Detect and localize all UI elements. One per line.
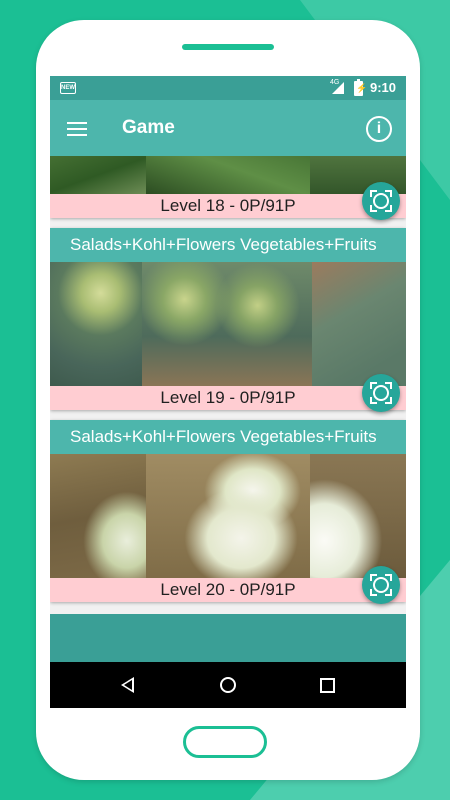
card-image-2 <box>142 262 312 386</box>
level-progress-label: Level 18 - 0P/91P <box>50 194 406 218</box>
card-image-3 <box>312 262 406 386</box>
hamburger-menu-icon[interactable] <box>67 122 87 136</box>
system-nav-bar <box>50 662 406 708</box>
card-title: Salads+Kohl+Flowers Vegetables+Fruits <box>50 228 406 262</box>
level-progress-label: Level 20 - 0P/91P <box>50 578 406 602</box>
level-card-19[interactable]: Salads+Kohl+Flowers Vegetables+Fruits Le… <box>50 228 406 412</box>
card-image-strip <box>50 454 406 578</box>
level-progress-label: Level 19 - 0P/91P <box>50 386 406 410</box>
card-image-2 <box>146 156 310 194</box>
focus-capture-button[interactable] <box>362 374 400 412</box>
card-image-strip <box>50 262 406 386</box>
status-bar: NEW 4G ⚡ 9:10 <box>50 76 406 100</box>
new-badge-icon: NEW <box>60 82 76 94</box>
phone-speaker <box>182 44 274 50</box>
card-title: Salads+Kohl+Flowers Vegetables+Fruits <box>50 420 406 454</box>
ad-banner[interactable] <box>50 614 406 662</box>
back-triangle-icon[interactable] <box>121 677 134 693</box>
card-image-strip <box>50 156 406 194</box>
card-image-3 <box>310 454 406 578</box>
focus-capture-button[interactable] <box>362 566 400 604</box>
focus-capture-icon <box>373 385 389 401</box>
focus-capture-icon <box>373 193 389 209</box>
level-card-18[interactable]: Level 18 - 0P/91P <box>50 156 406 220</box>
card-image-1 <box>50 262 142 386</box>
info-icon[interactable]: i <box>366 116 392 142</box>
phone-home-button <box>183 726 267 758</box>
cell-signal-icon <box>332 82 344 94</box>
card-image-1 <box>50 156 146 194</box>
focus-capture-button[interactable] <box>362 182 400 220</box>
level-list[interactable]: Level 18 - 0P/91P Salads+Kohl+Flowers Ve… <box>50 156 406 662</box>
page-title: Game <box>122 117 175 138</box>
focus-capture-icon <box>373 577 389 593</box>
battery-charging-icon: ⚡ <box>354 79 367 96</box>
card-image-2 <box>146 454 310 578</box>
level-card-20[interactable]: Salads+Kohl+Flowers Vegetables+Fruits Le… <box>50 420 406 604</box>
recents-square-icon[interactable] <box>320 678 335 693</box>
home-circle-icon[interactable] <box>220 677 236 693</box>
card-image-1 <box>50 454 146 578</box>
phone-screen: NEW 4G ⚡ 9:10 Game i Level 18 - 0P/91P S… <box>50 76 406 708</box>
app-bar: Game i <box>50 100 406 156</box>
status-time: 9:10 <box>370 80 397 95</box>
